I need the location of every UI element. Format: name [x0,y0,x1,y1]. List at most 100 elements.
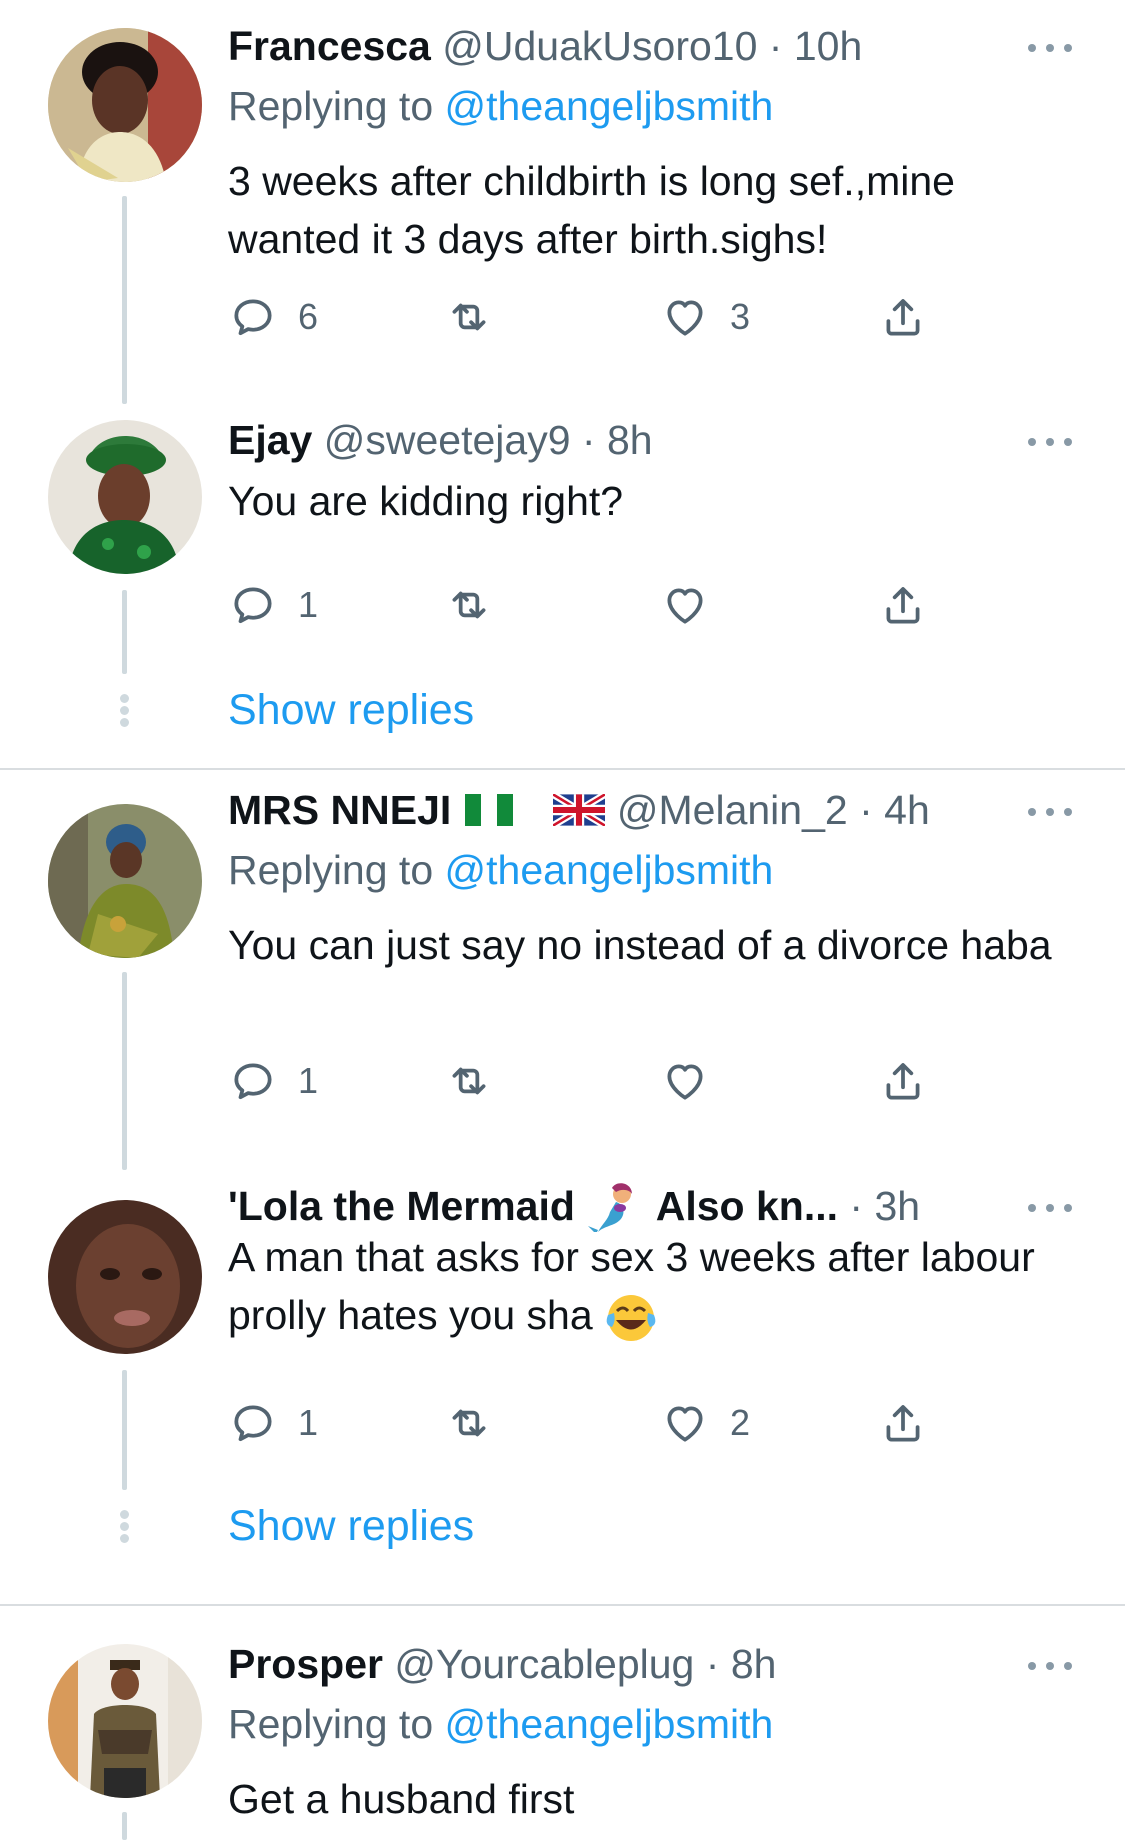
show-replies-link[interactable]: Show replies [228,682,474,738]
thread-line [122,196,127,404]
user-handle[interactable]: @Melanin_2 [617,787,848,833]
like-count: 3 [730,296,751,337]
retweet-button[interactable] [444,1056,494,1106]
reply-icon [228,292,278,342]
more-replies-indicator [120,1510,129,1543]
avatar-image [48,804,202,958]
replying-to: Replying to @theangeljbsmith [228,1698,773,1750]
share-button[interactable] [878,292,928,342]
avatar[interactable] [48,1644,202,1798]
timestamp[interactable]: 8h [607,417,653,463]
like-button[interactable] [660,580,710,630]
tweet-header: Francesca @UduakUsoro10 · 10h [228,20,1025,72]
more-icon[interactable] [1028,432,1072,452]
display-name[interactable]: 'Lola the Mermaid [228,1183,575,1229]
timestamp[interactable]: 8h [731,1641,777,1687]
tweet-text: A man that asks for sex 3 weeks after la… [228,1228,1048,1345]
replying-to-link[interactable]: @theangeljbsmith [445,83,774,129]
retweet-icon [444,1398,494,1448]
reply-button[interactable]: 1 [228,580,318,630]
reply-count: 1 [298,584,319,625]
share-button[interactable] [878,580,928,630]
like-button[interactable]: 3 [660,292,750,342]
tweet-mrs-nneji[interactable]: MRS NNEJI @Melanin_2 · 4h Replying to @t… [0,780,1125,1180]
avatar[interactable] [48,420,202,574]
tweet-header: 'Lola the Mermaid Also kn... · 3h [228,1180,1013,1232]
display-name[interactable]: Prosper [228,1641,383,1687]
retweet-button[interactable] [444,580,494,630]
avatar[interactable] [48,804,202,958]
show-replies-link[interactable]: Show replies [228,1498,474,1554]
more-icon[interactable] [1028,1656,1072,1676]
retweet-button[interactable] [444,292,494,342]
replying-prefix: Replying to [228,1701,434,1747]
tweet-prosper[interactable]: Prosper @Yourcableplug · 8h Replying to … [0,1616,1125,1840]
like-icon [660,1398,710,1448]
separator-dot: · [705,1641,720,1687]
avatar-image [48,1200,202,1354]
replying-to: Replying to @theangeljbsmith [228,80,773,132]
retweet-icon [444,292,494,342]
more-replies-indicator [120,694,129,727]
reply-button[interactable]: 1 [228,1056,318,1106]
replying-to-link[interactable]: @theangeljbsmith [445,1701,774,1747]
user-handle[interactable]: @sweetejay9 [324,417,571,463]
retweet-icon [444,1056,494,1106]
tweet-actions: 1 [228,1056,948,1106]
like-icon [660,292,710,342]
more-icon[interactable] [1028,38,1072,58]
retweet-icon [444,580,494,630]
user-handle[interactable]: @UduakUsoro10 [442,23,757,69]
replying-to-link[interactable]: @theangeljbsmith [445,847,774,893]
divider [0,768,1125,770]
tweet-francesca[interactable]: Francesca @UduakUsoro10 · 10h Replying t… [0,0,1125,420]
share-icon [878,1056,928,1106]
tweet-actions: 6 3 [228,292,948,342]
share-button[interactable] [878,1398,928,1448]
tweet-header: Prosper @Yourcableplug · 8h [228,1638,1025,1690]
reply-button[interactable]: 1 [228,1398,318,1448]
tweet-text: 3 weeks after childbirth is long sef.,mi… [228,158,955,262]
reply-button[interactable]: 6 [228,292,318,342]
share-icon [878,580,928,630]
uk-flag [553,794,606,827]
like-icon [660,1056,710,1106]
user-handle[interactable]: @Yourcableplug [394,1641,694,1687]
thread-line [122,972,127,1170]
tweet-text: You can just say no instead of a divorce… [228,922,1052,968]
timestamp[interactable]: 3h [874,1183,920,1229]
replying-prefix: Replying to [228,83,434,129]
more-icon[interactable] [1028,1198,1072,1218]
avatar-image [48,420,202,574]
tweet-header: MRS NNEJI @Melanin_2 · 4h [228,784,1025,836]
display-name[interactable]: Francesca [228,23,431,69]
like-button[interactable] [660,1056,710,1106]
thread-line [122,1812,127,1840]
tweet-ejay[interactable]: Ejay @sweetejay9 · 8h You are kidding ri… [0,417,1125,770]
avatar-image [48,28,202,182]
nigeria-flag [464,794,513,827]
retweet-button[interactable] [444,1398,494,1448]
share-icon [878,292,928,342]
separator-dot: · [849,1183,864,1229]
share-icon [878,1398,928,1448]
display-name-suffix[interactable]: Also kn... [656,1183,838,1229]
tweet-header: Ejay @sweetejay9 · 8h [228,414,1025,466]
tweet-text: Get a husband first [228,1776,575,1822]
like-button[interactable]: 2 [660,1398,750,1448]
separator-dot: · [768,23,783,69]
avatar[interactable] [48,28,202,182]
separator-dot: · [581,417,596,463]
reply-count: 6 [298,296,319,337]
display-name[interactable]: Ejay [228,417,312,463]
tweet-text: You are kidding right? [228,478,624,524]
timestamp[interactable]: 10h [794,23,862,69]
avatar-image [48,1644,202,1798]
display-name[interactable]: MRS NNEJI [228,787,451,833]
reply-count: 1 [298,1060,319,1101]
tweet-lola-the-mermaid[interactable]: 'Lola the Mermaid Also kn... · 3h A man … [0,1180,1125,1600]
avatar[interactable] [48,1200,202,1354]
share-button[interactable] [878,1056,928,1106]
more-icon[interactable] [1028,802,1072,822]
timestamp[interactable]: 4h [884,787,930,833]
